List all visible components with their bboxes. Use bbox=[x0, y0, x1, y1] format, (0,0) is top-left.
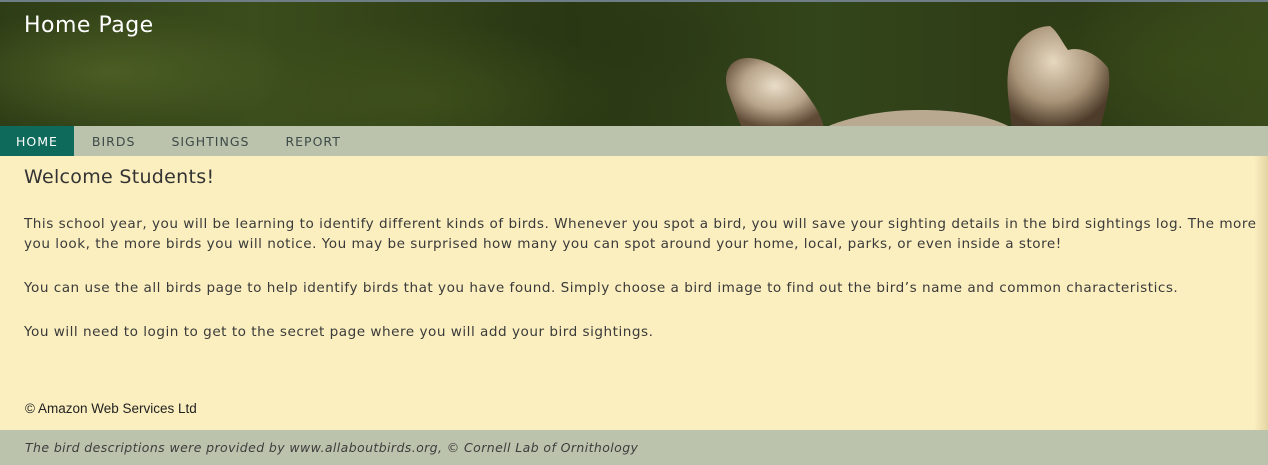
bird-banner-image bbox=[726, 26, 1110, 126]
copyright-notice: © Amazon Web Services Ltd bbox=[25, 401, 197, 416]
nav-item-report[interactable]: REPORT bbox=[267, 126, 358, 156]
footer-attribution: The bird descriptions were provided by w… bbox=[25, 440, 639, 455]
main-nav: HOME BIRDS SIGHTINGS REPORT bbox=[0, 126, 1268, 156]
login-paragraph: You will need to login to get to the sec… bbox=[24, 324, 654, 340]
header-banner: Home Page bbox=[0, 0, 1268, 126]
birds-page-paragraph: You can use the all birds page to help i… bbox=[24, 280, 1179, 296]
nav-item-sightings[interactable]: SIGHTINGS bbox=[153, 126, 267, 156]
intro-paragraph: This school year, you will be learning t… bbox=[24, 216, 1257, 252]
page-edge-shadow bbox=[1254, 156, 1268, 430]
footer: The bird descriptions were provided by w… bbox=[0, 430, 1268, 465]
nav-item-birds[interactable]: BIRDS bbox=[74, 126, 154, 156]
page-title: Home Page bbox=[24, 13, 154, 38]
nav-item-home[interactable]: HOME bbox=[0, 126, 74, 156]
main-content: Welcome Students! This school year, you … bbox=[24, 166, 1260, 340]
welcome-heading: Welcome Students! bbox=[24, 166, 215, 188]
